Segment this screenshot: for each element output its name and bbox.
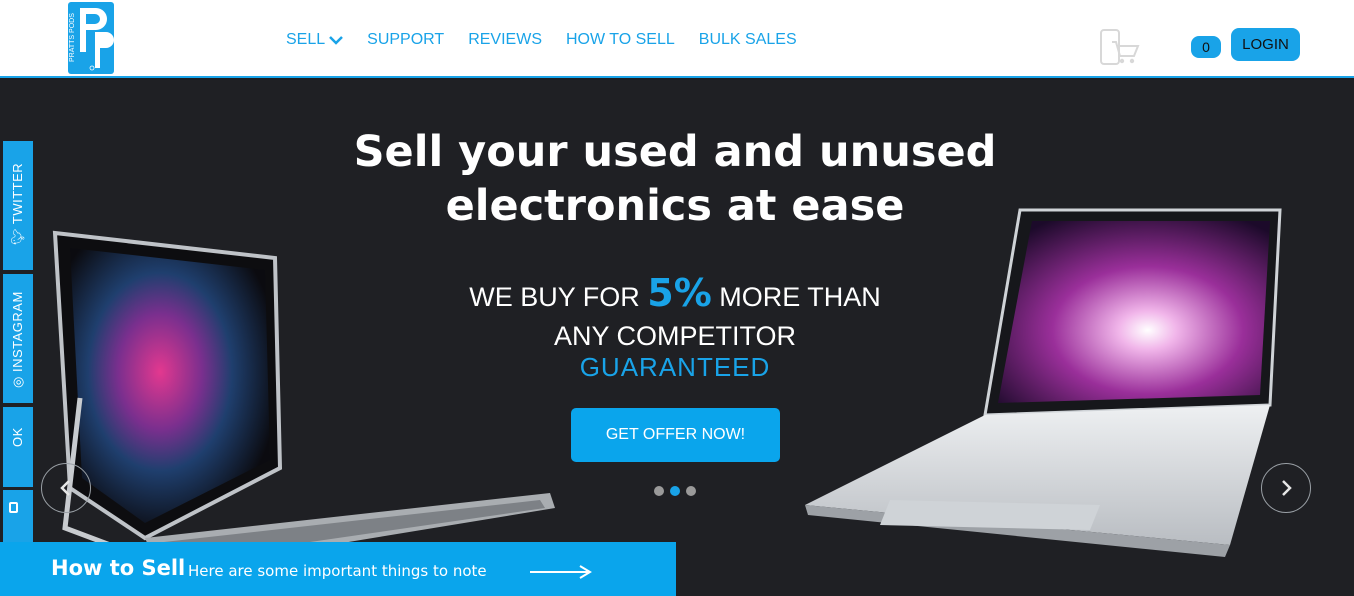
- pratts-pods-logo[interactable]: PRATTS PODS: [68, 2, 114, 74]
- chevron-left-icon: [60, 480, 70, 496]
- phone-cart-icon[interactable]: [1098, 26, 1142, 70]
- square-icon: [9, 502, 18, 513]
- nav-support[interactable]: SUPPORT: [367, 31, 444, 49]
- social-label-twitter: TWITTER: [10, 162, 25, 225]
- hero-slider: Sell your used and unused electronics at…: [0, 80, 1354, 596]
- site-header: PRATTS PODS SELL SUPPORT REVIEWS HOW TO …: [0, 0, 1354, 78]
- hero-headline-line2: electronics at ease: [445, 181, 905, 231]
- how-to-sell-title: How to Sell: [51, 556, 186, 580]
- social-tab-instagram[interactable]: ◎ INSTAGRAM: [3, 274, 33, 403]
- slider-dot-1[interactable]: [654, 486, 664, 496]
- offer-prefix: WE BUY FOR: [469, 282, 648, 312]
- offer-line2: ANY COMPETITOR: [553, 321, 797, 351]
- twitter-icon: 🐦︎: [10, 227, 25, 245]
- hero-headline-line1: Sell your used and unused: [353, 127, 997, 177]
- how-to-sell-subtitle: Here are some important things to note: [188, 562, 487, 580]
- chevron-down-icon: [329, 36, 344, 45]
- login-button[interactable]: LOGIN: [1231, 28, 1300, 61]
- cart-count-badge[interactable]: 0: [1191, 36, 1221, 58]
- slider-next-button[interactable]: [1261, 463, 1311, 513]
- offer-line1: WE BUY FOR 5% MORE THAN: [400, 274, 950, 314]
- social-label-ok: OK: [10, 427, 25, 447]
- slider-dot-3[interactable]: [686, 486, 696, 496]
- how-to-sell-banner[interactable]: How to Sell Here are some important thin…: [0, 542, 676, 596]
- nav-reviews[interactable]: REVIEWS: [468, 31, 542, 49]
- offer-percent: 5%: [647, 271, 712, 315]
- nav-how-to-sell[interactable]: HOW TO SELL: [566, 31, 675, 49]
- svg-text:PRATTS PODS: PRATTS PODS: [69, 13, 76, 62]
- social-tab-extra[interactable]: [3, 490, 33, 542]
- nav-bulk-sales[interactable]: BULK SALES: [699, 31, 797, 49]
- main-nav: SELL SUPPORT REVIEWS HOW TO SELL BULK SA…: [286, 31, 821, 49]
- macbook-laptop-image: [805, 208, 1282, 557]
- chevron-right-icon: [1282, 480, 1292, 496]
- get-offer-button[interactable]: GET OFFER NOW!: [571, 408, 780, 462]
- offer-suffix: MORE THAN: [711, 282, 881, 312]
- offer-guaranteed: GUARANTEED: [579, 352, 771, 382]
- slider-dots: [654, 486, 696, 496]
- nav-sell[interactable]: SELL: [286, 31, 344, 49]
- slider-prev-button[interactable]: [41, 463, 91, 513]
- instagram-icon: ◎: [10, 376, 25, 388]
- arrow-right-icon: [530, 565, 592, 579]
- social-tab-ok[interactable]: OK: [3, 407, 33, 487]
- slider-dot-2[interactable]: [670, 486, 680, 496]
- hero-headline: Sell your used and unused electronics at…: [300, 125, 1050, 233]
- social-label-instagram: INSTAGRAM: [10, 291, 25, 373]
- social-tab-twitter[interactable]: 🐦︎ TWITTER: [3, 141, 33, 270]
- nav-sell-label: SELL: [286, 31, 326, 48]
